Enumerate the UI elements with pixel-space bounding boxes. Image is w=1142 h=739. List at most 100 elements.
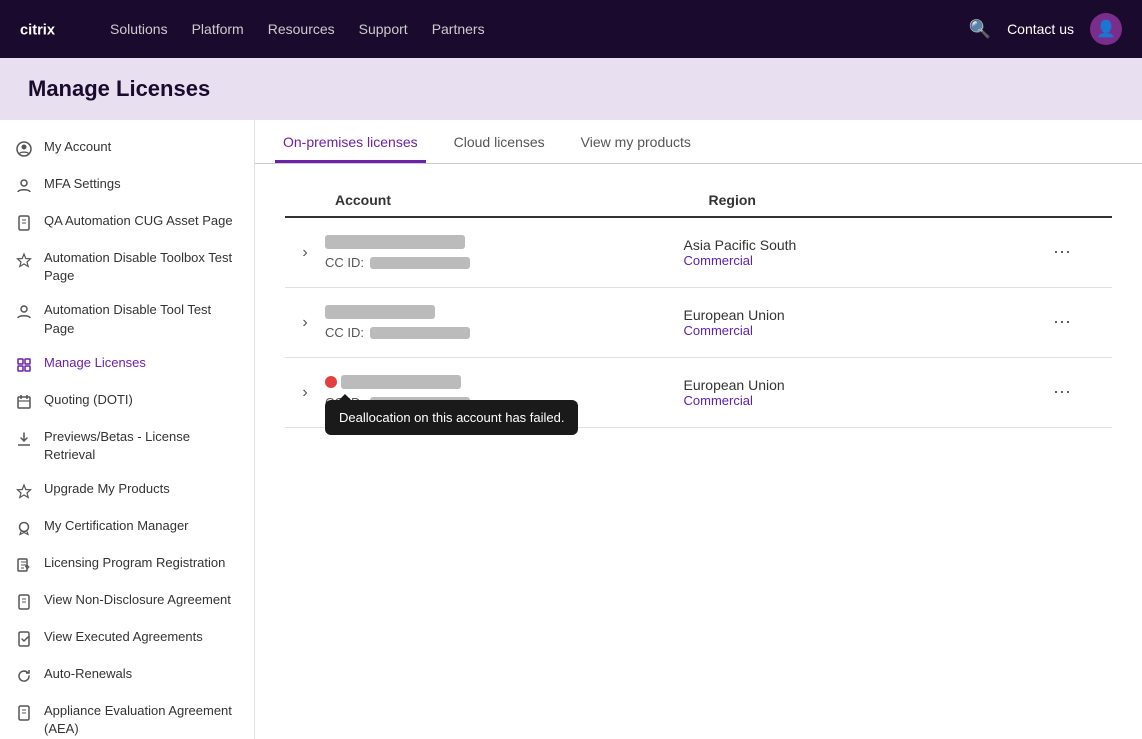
sidebar-item-certification[interactable]: My Certification Manager [0,509,254,546]
sidebar-label-mfa: MFA Settings [44,175,238,193]
search-button[interactable]: 🔍 [969,19,991,40]
region-name: European Union [684,377,1043,393]
nav-resources[interactable]: Resources [268,21,335,37]
row-actions-menu[interactable]: ⋯ [1042,382,1082,403]
grid-icon [14,355,34,375]
nav-right: 🔍 Contact us 👤 [969,13,1122,45]
sidebar-item-nda[interactable]: View Non-Disclosure Agreement [0,583,254,620]
sidebar: My Account MFA Settings QA Automation CU… [0,120,255,739]
sidebar-item-my-account[interactable]: My Account [0,130,254,167]
content-area: On-premises licenses Cloud licenses View… [255,120,1142,739]
table-row: › CC ID: European Union Commercial ⋯ [285,288,1112,358]
region-type: Commercial [684,253,1043,268]
cc-id-value-blurred [370,397,470,409]
sidebar-label-auto-renewals: Auto-Renewals [44,665,238,683]
col-region-header: Region [709,192,1083,208]
table-row: › CC ID: European Union Commercial ⋯ [285,358,1112,428]
cc-id-row: CC ID: [325,255,684,270]
doc2-icon [14,592,34,612]
row-actions-menu[interactable]: ⋯ [1042,242,1082,263]
tab-cloud-licenses[interactable]: Cloud licenses [446,120,553,163]
sidebar-label-certification: My Certification Manager [44,517,238,535]
sidebar-label-manage-licenses: Manage Licenses [44,354,238,372]
cc-id-value-blurred [370,327,470,339]
cc-id-row: CC ID: [325,325,684,340]
person2-icon [14,302,34,322]
error-indicator [325,376,337,388]
sidebar-item-licensing-program[interactable]: Licensing Program Registration [0,546,254,583]
sidebar-label-previews: Previews/Betas - License Retrieval [44,428,238,464]
account-info: CC ID: [325,375,684,410]
star-icon [14,250,34,270]
tab-view-products[interactable]: View my products [573,120,699,163]
sidebar-item-mfa[interactable]: MFA Settings [0,167,254,204]
cc-id-row: CC ID: [325,395,684,410]
svg-text:citrix: citrix [20,23,56,39]
sidebar-item-quoting[interactable]: Quoting (DOTI) [0,383,254,420]
sidebar-item-previews[interactable]: Previews/Betas - License Retrieval [0,420,254,472]
sidebar-label-upgrade: Upgrade My Products [44,480,238,498]
row-actions-menu[interactable]: ⋯ [1042,312,1082,333]
table-area: Account Region › CC ID: Asia Pacific Sou… [255,164,1142,428]
sidebar-item-automation-tool[interactable]: Automation Disable Tool Test Page [0,293,254,345]
account-info: CC ID: [325,305,684,340]
region-info: European Union Commercial [684,307,1043,338]
sidebar-label-automation-toolbox: Automation Disable Toolbox Test Page [44,249,238,285]
cc-id-label: CC ID: [325,395,364,410]
sidebar-item-aea[interactable]: Appliance Evaluation Agreement (AEA) [0,694,254,739]
cc-id-label: CC ID: [325,325,364,340]
document-icon [14,213,34,233]
sidebar-label-executed-agreements: View Executed Agreements [44,628,238,646]
nav-left: citrix Solutions Platform Resources Supp… [20,18,485,40]
sidebar-label-nda: View Non-Disclosure Agreement [44,591,238,609]
cc-id-label: CC ID: [325,255,364,270]
contact-us-link[interactable]: Contact us [1007,21,1074,37]
region-info: Asia Pacific South Commercial [684,237,1043,268]
user-avatar[interactable]: 👤 [1090,13,1122,45]
row-expand-chevron[interactable]: › [285,244,325,262]
sidebar-item-manage-licenses[interactable]: Manage Licenses [0,346,254,383]
page-title: Manage Licenses [28,76,1114,102]
sidebar-label-automation-tool: Automation Disable Tool Test Page [44,301,238,337]
sidebar-item-auto-renewals[interactable]: Auto-Renewals [0,657,254,694]
region-type: Commercial [684,393,1043,408]
region-name: European Union [684,307,1043,323]
nav-partners[interactable]: Partners [432,21,485,37]
account-info: CC ID: [325,235,684,270]
tab-on-premises[interactable]: On-premises licenses [275,120,426,163]
row-expand-chevron[interactable]: › [285,314,325,332]
nav-solutions[interactable]: Solutions [110,21,168,37]
table-row: › CC ID: Asia Pacific South Commercial ⋯ [285,218,1112,288]
download-icon [14,429,34,449]
nav-support[interactable]: Support [359,21,408,37]
account-name-blurred [341,375,461,389]
sidebar-label-my-account: My Account [44,138,238,156]
nav-links: Solutions Platform Resources Support Par… [110,21,485,37]
page-header: Manage Licenses [0,58,1142,120]
region-info: European Union Commercial [684,377,1043,408]
person-icon [14,176,34,196]
refresh-icon [14,666,34,686]
row-expand-chevron[interactable]: › [285,384,325,402]
check-doc-icon [14,629,34,649]
region-name: Asia Pacific South [684,237,1043,253]
cc-id-value-blurred [370,257,470,269]
sidebar-label-quoting: Quoting (DOTI) [44,391,238,409]
account-name-blurred [325,235,465,249]
main-layout: My Account MFA Settings QA Automation CU… [0,120,1142,739]
account-name-blurred [325,305,435,319]
sidebar-item-upgrade[interactable]: Upgrade My Products [0,472,254,509]
nav-platform[interactable]: Platform [192,21,244,37]
star2-icon [14,481,34,501]
citrix-logo[interactable]: citrix [20,18,80,40]
doc3-icon [14,703,34,723]
sidebar-item-executed-agreements[interactable]: View Executed Agreements [0,620,254,657]
edit-icon [14,555,34,575]
sidebar-item-qa[interactable]: QA Automation CUG Asset Page [0,204,254,241]
person-circle-icon [14,139,34,159]
sidebar-item-automation-toolbox[interactable]: Automation Disable Toolbox Test Page [0,241,254,293]
sidebar-label-aea: Appliance Evaluation Agreement (AEA) [44,702,238,738]
top-navigation: citrix Solutions Platform Resources Supp… [0,0,1142,58]
tabs-bar: On-premises licenses Cloud licenses View… [255,120,1142,164]
col-account-header: Account [335,192,709,208]
